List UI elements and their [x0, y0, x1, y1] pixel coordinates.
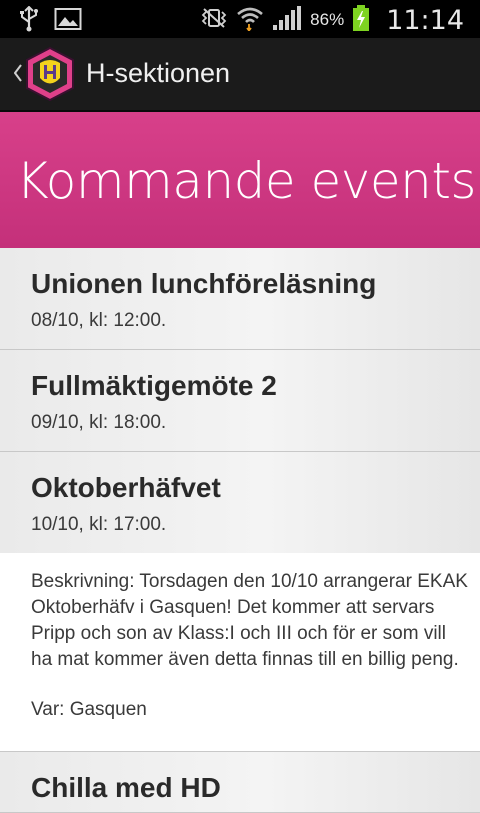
battery-percent: 86% — [310, 10, 345, 29]
wifi-icon — [236, 5, 264, 36]
event-item[interactable]: Unionen lunchföreläsning 08/10, kl: 12:0… — [0, 248, 480, 350]
battery-charging-icon — [352, 4, 370, 37]
event-title: Fullmäktigemöte 2 — [31, 370, 277, 401]
clock: 11:14 — [386, 4, 464, 36]
event-description: Beskrivning: Torsdagen den 10/10 arrange… — [31, 571, 468, 670]
status-bar: 86% 11:14 — [0, 0, 480, 38]
signal-icon — [272, 5, 302, 36]
action-bar: H-sektionen — [0, 38, 480, 112]
usb-icon — [18, 5, 40, 37]
event-item[interactable]: Fullmäktigemöte 2 09/10, kl: 18:00. — [0, 350, 480, 452]
event-details: Beskrivning: Torsdagen den 10/10 arrange… — [0, 553, 480, 752]
event-title: Oktoberhäfvet — [31, 472, 221, 503]
event-item[interactable]: Chilla med HD — [0, 752, 480, 813]
event-title: Unionen lunchföreläsning — [31, 268, 377, 299]
system-icons: 86% 11:14 — [200, 2, 464, 38]
event-item-expanded[interactable]: Oktoberhäfvet 10/10, kl: 17:00. — [0, 452, 480, 553]
events-banner: Kommande events — [0, 112, 480, 248]
back-chevron-icon[interactable] — [13, 64, 22, 87]
image-icon — [54, 7, 82, 36]
event-date: 08/10, kl: 12:00. — [31, 310, 167, 331]
app-logo-icon[interactable] — [22, 46, 78, 102]
event-list: Unionen lunchföreläsning 08/10, kl: 12:0… — [0, 248, 480, 813]
notification-icons — [18, 5, 82, 37]
app-title: H-sektionen — [86, 58, 231, 88]
banner-title: Kommande events — [16, 152, 476, 210]
event-date: 09/10, kl: 18:00. — [31, 412, 167, 433]
event-date: 10/10, kl: 17:00. — [31, 514, 167, 535]
event-location: Var: Gasquen — [31, 699, 147, 720]
vibrate-icon — [200, 7, 228, 34]
event-title: Chilla med HD — [31, 772, 221, 803]
